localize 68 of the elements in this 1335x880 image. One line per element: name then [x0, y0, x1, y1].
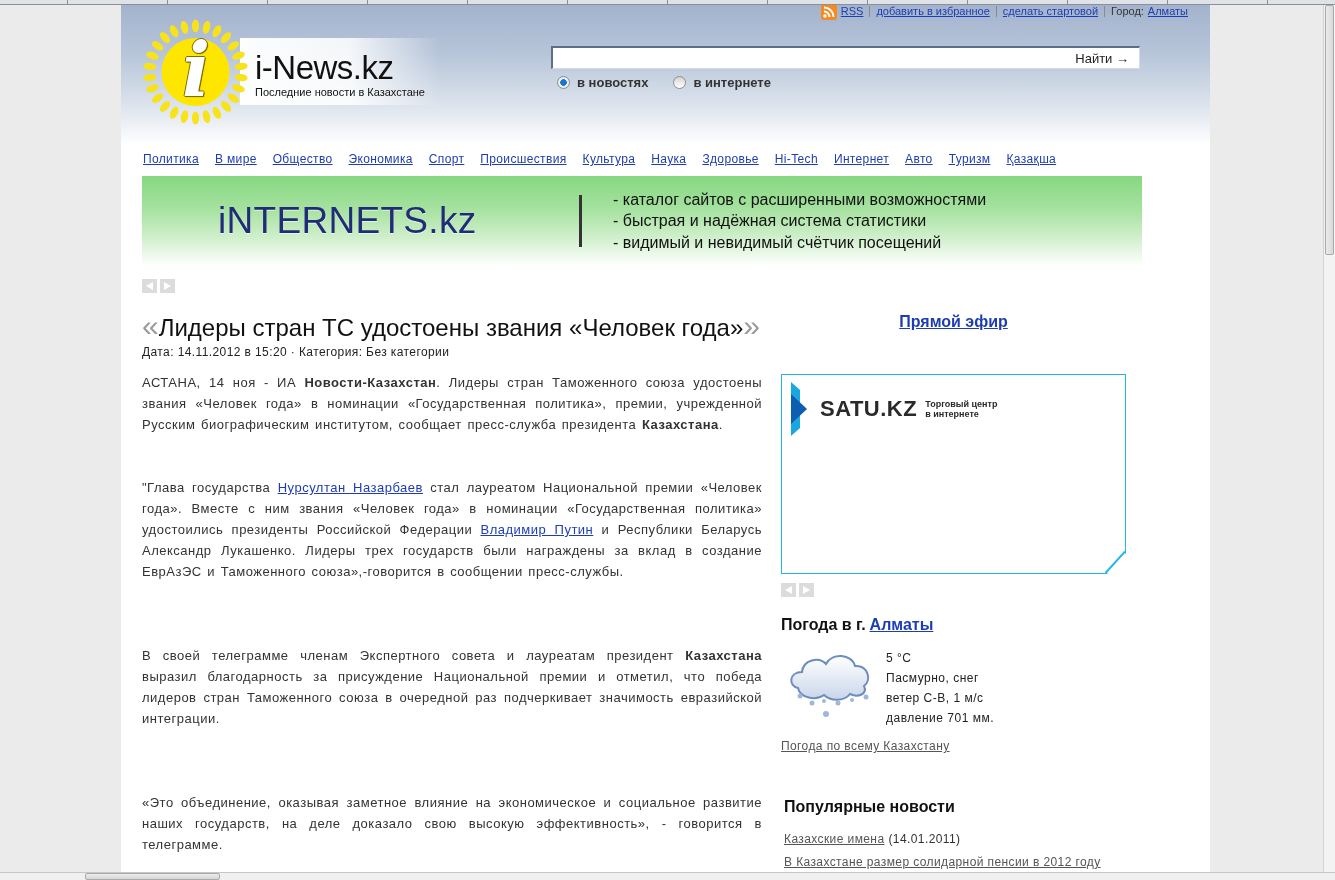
- scrollbar-thumb[interactable]: [1325, 5, 1334, 255]
- weather-detail: ветер С-В, 1 м/с: [886, 690, 985, 707]
- nav-link[interactable]: В мире: [214, 152, 257, 168]
- nav-link[interactable]: Общество: [272, 152, 333, 168]
- news-link[interactable]: Казахские имена: [784, 832, 885, 846]
- all-weather-link[interactable]: Погода по всему Казахстану: [781, 739, 950, 753]
- nav-link[interactable]: Авто: [905, 152, 933, 168]
- left-triangle-icon: [146, 282, 153, 290]
- rss-link[interactable]: RSS: [840, 6, 864, 17]
- nav-link[interactable]: Политика: [143, 152, 199, 168]
- next-button[interactable]: [160, 279, 175, 293]
- article-paragraph: "Глава государства Нурсултан Назарбаев стал лауреатом Национальной премии «Человек года». Вместе с ним звания «Человек года» в номинации «Государственная политика» удостоились президенты Российской Федерации Владимир Путин и Республики Беларусь Александр Лукашенко. Лидеры трех государств были награждены за вклад в создание ЕврАзЭС и Таможенного союза»,-говорится в сообщении пресс-службы.: [142, 479, 762, 581]
- weather-detail: Пасмурно, снег: [886, 670, 980, 687]
- banner-feature: - быстрая и надёжная система статистики: [613, 211, 928, 232]
- nav-link[interactable]: Происшествия: [480, 152, 567, 168]
- logo-letter: i: [180, 30, 212, 110]
- article-meta: Дата: 14.11.2012 в 15:20 · Категория: Без категории: [142, 345, 451, 360]
- logo-title[interactable]: i-News.kz: [255, 51, 394, 84]
- header-link[interactable]: сделать стартовой: [1002, 6, 1099, 17]
- ad-brand: SATU.KZ: [820, 396, 918, 422]
- city-label: Город:: [1111, 6, 1144, 17]
- banner-feature: - каталог сайтов с расширенными возможностями: [613, 189, 987, 210]
- quote-mark: «: [142, 311, 159, 341]
- search-scope-option[interactable]: в новостях: [557, 75, 649, 90]
- quote-mark: »: [743, 311, 760, 341]
- article-paragraph: В своей телеграмме членам Экспертного совета и лауреатам президент Казахстана выразил благодарность за присуждение Национальной премии и отметил, что победа лидеров стран Таможенного союза в очередной раз подчеркивает значимость евразийской интеграции.: [142, 647, 762, 728]
- news-link[interactable]: В Казахстане размер солидарной пенсии в 2012 году: [784, 855, 1101, 869]
- article-title: Лидеры стран ТС удостоены звания «Человек года»: [158, 313, 744, 343]
- weather-detail: давление 701 мм.: [886, 710, 994, 727]
- sun-icon: [143, 18, 248, 126]
- nav-link[interactable]: Спорт: [428, 152, 465, 168]
- article-paragraph: «Это объединение, оказывая заметное влияние на экономическое и социальное развитие наших государств, на деле доказало свою высокую эффективность», - говорится в телеграмме.: [142, 794, 762, 854]
- weather-heading: Погода в г.: [781, 615, 866, 635]
- radio-button[interactable]: [557, 76, 570, 89]
- nav-link[interactable]: Туризм: [948, 152, 991, 168]
- header-link[interactable]: добавить в избранное: [876, 6, 990, 17]
- banner-brand: iNTERNETS.kz: [218, 200, 478, 242]
- popular-heading: Популярные новости: [784, 797, 956, 817]
- nav-link[interactable]: Здоровье: [702, 152, 759, 168]
- nav-link[interactable]: Экономика: [348, 152, 413, 168]
- person-link[interactable]: Владимир Путин: [480, 522, 594, 537]
- banner-feature: - видимый и невидимый счётчик посещений: [613, 232, 943, 253]
- city-link[interactable]: Алматы: [869, 615, 934, 635]
- news-date: (14.01.2011): [888, 832, 961, 846]
- previous-button[interactable]: [142, 279, 157, 293]
- nav-link[interactable]: Қазақша: [1006, 152, 1057, 168]
- radio-button[interactable]: [673, 76, 687, 89]
- weather-detail: 5 °С: [886, 650, 913, 667]
- nav-link[interactable]: Культура: [582, 152, 636, 168]
- right-triangle-icon: [164, 282, 171, 290]
- ad-banner[interactable]: iNTERNETS.kz - каталог сайтов с расширенными возможностями - быстрая и надёжная система статистики - видимый и невидимый счётчик посещений: [142, 176, 1142, 266]
- article-paragraph: АСТАНА, 14 ноя - ИА Новости-Казахстан. Лидеры стран Таможенного союза удостоены звания «Человек года» в номинации «Государственная политика», премии, учрежденной Русским биографическим институтом, сообщает пресс-служба президента Казахстана.: [142, 374, 762, 434]
- nav-link[interactable]: Наука: [651, 152, 687, 168]
- previous-button[interactable]: [781, 583, 796, 597]
- next-button[interactable]: [799, 583, 814, 597]
- logo-tagline: Последние новости в Казахстане: [255, 86, 425, 99]
- scrollbar-thumb[interactable]: [85, 873, 220, 880]
- rss-icon[interactable]: [820, 5, 837, 20]
- left-triangle-icon: [785, 586, 792, 594]
- live-stream-link[interactable]: Прямой эфир: [899, 313, 1008, 331]
- ad-tagline: Торговый центр в интернете: [925, 399, 998, 419]
- person-link[interactable]: Нурсултан Назарбаев: [277, 480, 423, 495]
- city-link[interactable]: Алматы: [1147, 6, 1188, 17]
- nav-link[interactable]: Интернет: [833, 152, 890, 168]
- right-triangle-icon: [803, 586, 810, 594]
- corner-cut-icon: [1105, 551, 1125, 573]
- search-scope-option[interactable]: в интернете: [673, 75, 771, 90]
- nav-link[interactable]: Hi-Tech: [774, 152, 818, 168]
